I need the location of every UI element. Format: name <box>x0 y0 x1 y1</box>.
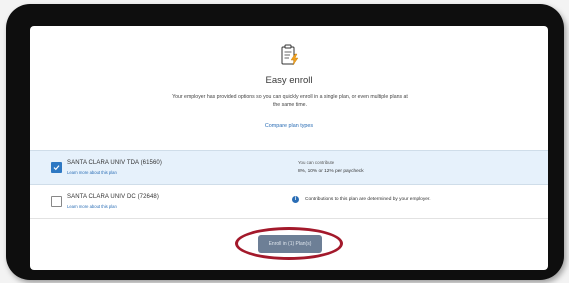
plan-name-tda: SANTA CLARA UNIV TDA (61560) <box>67 160 162 166</box>
checkmark-icon <box>53 165 60 171</box>
clipboard-lightning-icon <box>281 44 299 66</box>
compare-plan-types-link[interactable]: Compare plan types <box>30 123 548 129</box>
plan-checkbox-tda[interactable] <box>51 162 62 173</box>
plan-checkbox-dc[interactable] <box>51 196 62 207</box>
learn-more-link-tda[interactable]: Learn more about this plan <box>67 170 117 175</box>
highlight-circle <box>235 227 343 260</box>
contribution-label: You can contribute <box>298 160 335 165</box>
plan-row-dc[interactable]: SANTA CLARA UNIV DC (72648) Learn more a… <box>30 184 548 219</box>
plan-row-tda[interactable]: SANTA CLARA UNIV TDA (61560) Learn more … <box>30 150 548 184</box>
learn-more-link-dc[interactable]: Learn more about this plan <box>67 204 117 209</box>
page-description: Your employer has provided options so yo… <box>172 94 408 108</box>
device-frame: Easy enroll Your employer has provided o… <box>6 4 564 280</box>
page-title: Easy enroll <box>265 75 313 86</box>
easy-enroll-panel: Easy enroll Your employer has provided o… <box>30 26 548 270</box>
info-icon: i <box>292 196 299 203</box>
employer-contribution-note: Contributions to this plan are determine… <box>305 197 431 202</box>
contribution-value: 8%, 10% or 12% per paycheck <box>298 169 364 174</box>
plan-name-dc: SANTA CLARA UNIV DC (72648) <box>67 194 159 200</box>
